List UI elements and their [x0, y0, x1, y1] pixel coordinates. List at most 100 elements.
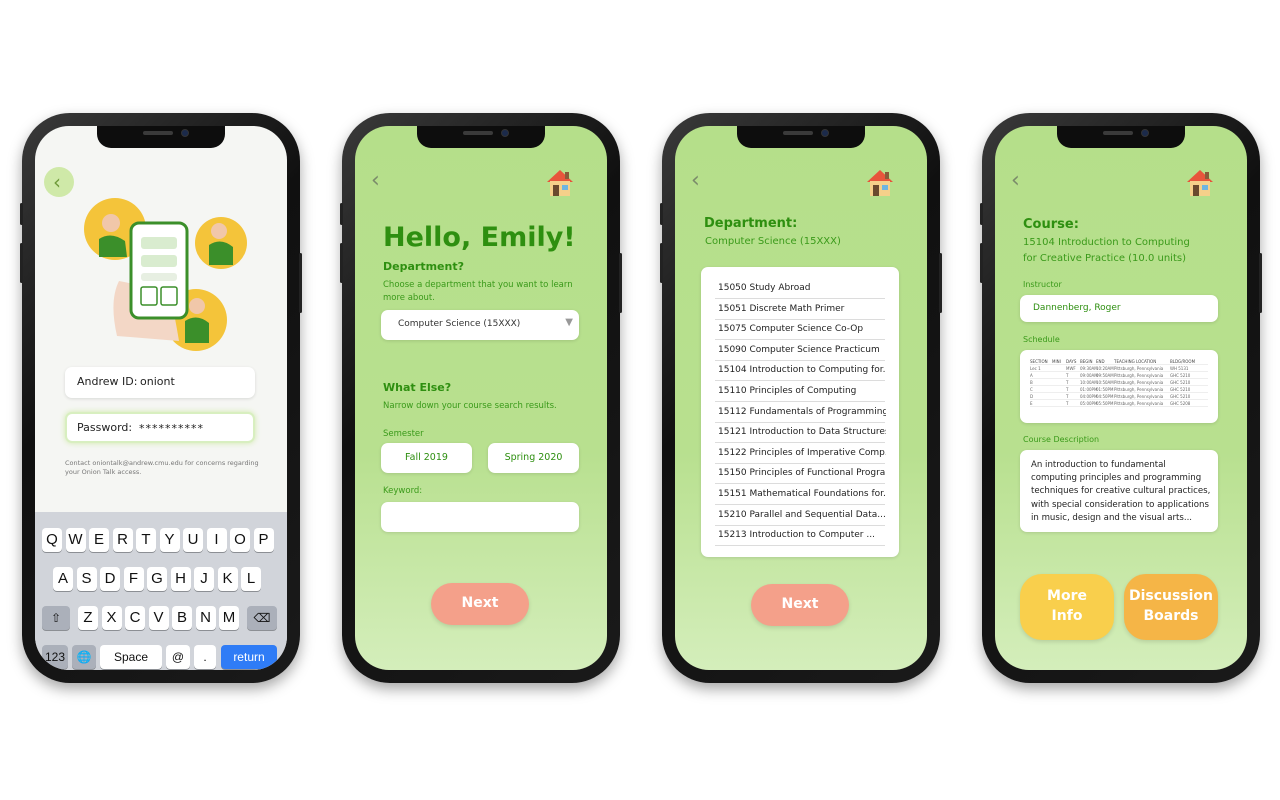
- schedule-cell: WH 5131: [1170, 365, 1189, 371]
- andrew-id-value: oniont: [140, 375, 175, 388]
- course-list-item-label: 15122 Principles of Imperative Comp...: [718, 447, 886, 458]
- key-h[interactable]: H: [170, 567, 191, 591]
- key-t[interactable]: T: [136, 528, 156, 552]
- key-v[interactable]: V: [148, 606, 169, 630]
- course-list-item[interactable]: 15112 Fundamentals of Programming...: [715, 403, 886, 423]
- course-name-line2: for Creative Practice (10.0 units): [1023, 253, 1186, 264]
- phone-course-detail: ‹ Course: 15104 Introduction to Computin…: [980, 113, 1262, 683]
- department-label: Department?: [383, 260, 464, 273]
- course-list-item-label: 15150 Principles of Functional Progra...: [718, 468, 886, 479]
- key-a[interactable]: A: [53, 567, 73, 591]
- semester-spring-2020[interactable]: Spring 2020: [488, 443, 579, 473]
- schedule-cell: 09:50AM: [1096, 372, 1114, 378]
- course-list-item[interactable]: 15050 Study Abroad: [715, 279, 885, 299]
- schedule-cell: 09:30AM: [1080, 365, 1098, 371]
- dot-key[interactable]: .: [194, 645, 216, 669]
- chevron-left-icon[interactable]: ‹: [1011, 168, 1020, 193]
- home-icon[interactable]: [545, 168, 575, 198]
- key-y[interactable]: Y: [159, 528, 180, 552]
- key-n[interactable]: N: [195, 606, 216, 630]
- key-e[interactable]: E: [89, 528, 109, 552]
- return-key[interactable]: return: [221, 645, 277, 669]
- globe-icon[interactable]: 🌐: [72, 645, 96, 669]
- course-list-item[interactable]: 15213 Introduction to Computer ...: [715, 526, 885, 547]
- semester-fall-2019[interactable]: Fall 2019: [381, 443, 472, 473]
- key-q[interactable]: Q: [42, 528, 62, 552]
- key-d[interactable]: D: [100, 567, 120, 591]
- chevron-left-icon: ‹: [53, 170, 61, 194]
- instructor-card[interactable]: Dannenberg, Roger: [1020, 295, 1218, 322]
- schedule-cell: BLDG/ROOM: [1170, 358, 1196, 364]
- password-label: Password:: [77, 421, 133, 434]
- space-key[interactable]: Space: [100, 645, 162, 669]
- andrew-id-field[interactable]: Andrew ID: oniont: [65, 367, 255, 398]
- keyword-input[interactable]: [381, 502, 579, 532]
- shift-key[interactable]: ⇧: [42, 606, 70, 630]
- course-list-item-label: 15104 Introduction to Computing for...: [718, 365, 886, 376]
- course-list-item[interactable]: 15121 Introduction to Data Structures: [715, 423, 886, 444]
- course-list-item[interactable]: 15051 Discrete Math Primer: [715, 300, 885, 320]
- schedule-cell: 01:50PM: [1096, 386, 1114, 392]
- schedule-table[interactable]: SECTION MINI DAYS BEGIN END TEACHING LOCATION…: [1020, 350, 1218, 423]
- home-icon[interactable]: [1185, 168, 1215, 198]
- key-i[interactable]: I: [206, 528, 227, 552]
- number-key[interactable]: 123: [42, 645, 68, 669]
- discussion-boards-button[interactable]: Discussion Boards: [1124, 574, 1218, 640]
- key-c[interactable]: C: [125, 606, 145, 630]
- password-field[interactable]: Password: **********: [65, 412, 255, 443]
- schedule-row: C T 01:00PM 01:50PM Pittsburgh, Pennsylvania…: [1030, 386, 1208, 393]
- department-hint: Choose a department that you want to lea…: [383, 280, 573, 303]
- course-list-item[interactable]: 15075 Computer Science Co-Op: [715, 320, 885, 341]
- key-p[interactable]: P: [253, 528, 274, 552]
- schedule-cell: A: [1030, 372, 1033, 378]
- at-key[interactable]: @: [166, 645, 190, 669]
- key-r[interactable]: R: [112, 528, 133, 552]
- home-icon[interactable]: [865, 168, 895, 198]
- key-u[interactable]: U: [183, 528, 203, 552]
- people-chatting-illustration: [84, 198, 247, 351]
- key-g[interactable]: G: [147, 567, 167, 591]
- more-info-button[interactable]: More Info: [1020, 574, 1114, 640]
- schedule-cell: Pittsburgh, Pennsylvania: [1114, 386, 1164, 392]
- schedule-label: Schedule: [1023, 335, 1060, 344]
- schedule-cell: 09:00AM: [1080, 372, 1098, 378]
- department-select[interactable]: Computer Science (15XXX) ▼: [381, 310, 579, 340]
- schedule-row: B T 10:00AM 10:50AM Pittsburgh, Pennsylvania…: [1030, 379, 1208, 386]
- course-list-item[interactable]: 15104 Introduction to Computing for...: [715, 361, 886, 382]
- chevron-left-icon[interactable]: ‹: [371, 168, 380, 193]
- course-list-item[interactable]: 15150 Principles of Functional Progra...: [715, 464, 886, 485]
- schedule-cell: Pittsburgh, Pennsylvania: [1114, 393, 1164, 399]
- key-x[interactable]: X: [101, 606, 122, 630]
- key-j[interactable]: J: [194, 567, 214, 591]
- schedule-cell: 05:00PM: [1080, 400, 1098, 406]
- course-list-item[interactable]: 15122 Principles of Imperative Comp...: [715, 444, 886, 464]
- next-button[interactable]: Next: [751, 584, 849, 626]
- schedule-cell: 10:50AM: [1096, 379, 1114, 385]
- next-button[interactable]: Next: [431, 583, 529, 625]
- course-list-item[interactable]: 15210 Parallel and Sequential Data...: [715, 506, 886, 526]
- key-w[interactable]: W: [65, 528, 86, 552]
- course-list-item-label: 15075 Computer Science Co-Op: [718, 324, 864, 335]
- key-b[interactable]: B: [172, 606, 192, 630]
- chevron-left-icon[interactable]: ‹: [691, 168, 700, 193]
- notch: [97, 126, 225, 148]
- backspace-key[interactable]: ⌫: [247, 606, 277, 630]
- key-k[interactable]: K: [217, 567, 238, 591]
- course-list-item[interactable]: 15090 Computer Science Practicum: [715, 341, 885, 361]
- key-m[interactable]: M: [219, 606, 239, 630]
- key-l[interactable]: L: [241, 567, 261, 591]
- schedule-cell: 04:00PM: [1080, 393, 1098, 399]
- course-description-label: Course Description: [1023, 435, 1100, 444]
- course-list-item[interactable]: 15151 Mathematical Foundations for...: [715, 485, 886, 505]
- notch: [737, 126, 865, 148]
- key-z[interactable]: Z: [78, 606, 98, 630]
- schedule-row: D T 04:00PM 04:50PM Pittsburgh, Pennsylvania…: [1030, 393, 1208, 400]
- course-list-item[interactable]: 15110 Principles of Computing: [715, 382, 885, 402]
- key-s[interactable]: S: [76, 567, 97, 591]
- schedule-cell: Pittsburgh, Pennsylvania: [1114, 365, 1164, 371]
- key-o[interactable]: O: [230, 528, 250, 552]
- schedule-cell: C: [1030, 386, 1033, 392]
- key-f[interactable]: F: [123, 567, 144, 591]
- schedule-cell: Pittsburgh, Pennsylvania: [1114, 372, 1164, 378]
- schedule-cell: 04:50PM: [1096, 393, 1114, 399]
